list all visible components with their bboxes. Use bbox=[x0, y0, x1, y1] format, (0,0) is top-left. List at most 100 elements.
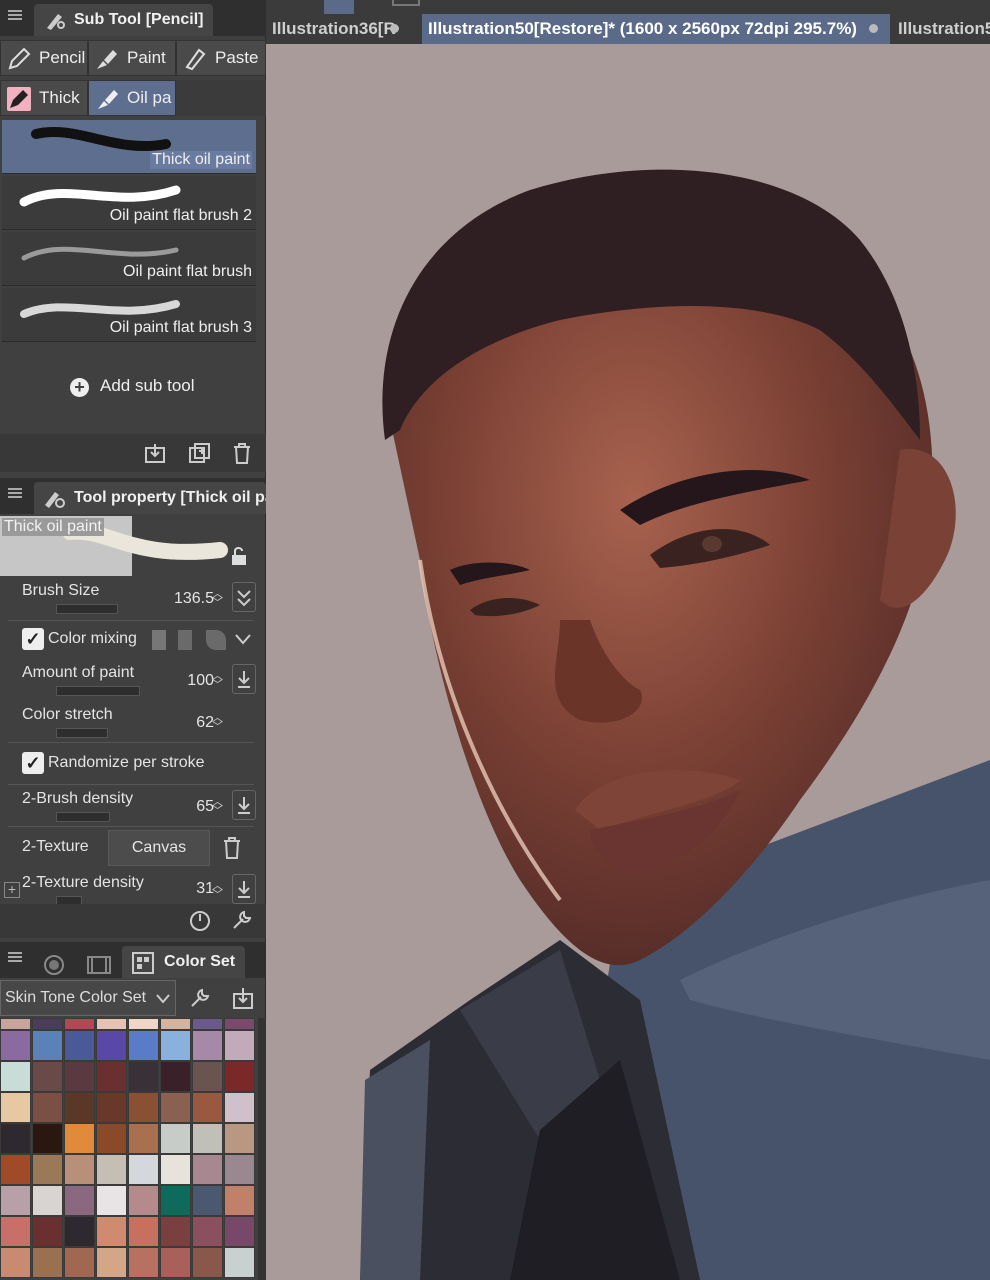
color-swatch[interactable] bbox=[192, 1247, 223, 1278]
pressure-download-icon[interactable] bbox=[232, 874, 256, 904]
brush-size-slider[interactable] bbox=[56, 604, 118, 614]
color-swatch[interactable] bbox=[32, 1092, 63, 1123]
document-tab-active[interactable]: Illustration50[Restore]* (1600 x 2560px … bbox=[422, 14, 890, 44]
color-swatch[interactable] bbox=[128, 1030, 159, 1061]
color-swatch[interactable] bbox=[192, 1092, 223, 1123]
wrench-icon[interactable] bbox=[230, 908, 254, 932]
brush-size-value[interactable]: 136.5 bbox=[174, 590, 214, 608]
color-swatch[interactable] bbox=[192, 1154, 223, 1185]
pressure-settings-icon[interactable] bbox=[232, 582, 256, 612]
add-subtool-button[interactable]: + Add sub tool bbox=[70, 376, 195, 397]
color-swatch[interactable] bbox=[32, 1030, 63, 1061]
color-swatch[interactable] bbox=[64, 1061, 95, 1092]
color-swatch[interactable] bbox=[160, 1092, 191, 1123]
texture-select-button[interactable]: Canvas bbox=[108, 830, 210, 866]
spinner-icon[interactable]: ︿ ﹀ bbox=[212, 797, 223, 817]
color-swatch[interactable] bbox=[64, 1123, 95, 1154]
color-swatch[interactable] bbox=[64, 1030, 95, 1061]
color-swatch[interactable] bbox=[96, 1123, 127, 1154]
amount-value[interactable]: 100 bbox=[187, 672, 214, 690]
scrollbar[interactable] bbox=[258, 1018, 266, 1280]
color-swatch[interactable] bbox=[160, 1123, 191, 1154]
color-swatch[interactable] bbox=[224, 1123, 255, 1154]
color-swatch[interactable] bbox=[0, 1018, 31, 1030]
color-swatch[interactable] bbox=[224, 1061, 255, 1092]
menu-icon[interactable] bbox=[8, 486, 22, 500]
group-paint[interactable]: Paint bbox=[88, 40, 176, 76]
drawing-canvas[interactable] bbox=[266, 44, 990, 1280]
spinner-icon[interactable]: ︿ ﹀ bbox=[212, 881, 223, 901]
color-swatch[interactable] bbox=[96, 1247, 127, 1278]
document-tab[interactable]: Illustration5 bbox=[892, 14, 990, 44]
film-icon[interactable] bbox=[86, 954, 112, 976]
color-swatch[interactable] bbox=[0, 1061, 31, 1092]
duplicate-icon[interactable] bbox=[188, 442, 212, 464]
mix-mode-icon[interactable] bbox=[206, 630, 226, 650]
color-swatch[interactable] bbox=[0, 1247, 31, 1278]
color-swatch[interactable] bbox=[0, 1185, 31, 1216]
color-swatch[interactable] bbox=[96, 1030, 127, 1061]
color-swatch[interactable] bbox=[160, 1185, 191, 1216]
color-swatch[interactable] bbox=[160, 1030, 191, 1061]
color-swatch[interactable] bbox=[224, 1092, 255, 1123]
color-swatch[interactable] bbox=[96, 1216, 127, 1247]
color-swatch[interactable] bbox=[64, 1154, 95, 1185]
color-swatch[interactable] bbox=[96, 1092, 127, 1123]
import-icon[interactable] bbox=[144, 442, 166, 464]
tab-close-dot[interactable] bbox=[868, 24, 878, 33]
color-swatch[interactable] bbox=[128, 1123, 159, 1154]
colorset-dropdown[interactable]: Skin Tone Color Set bbox=[0, 980, 176, 1016]
color-swatch[interactable] bbox=[96, 1185, 127, 1216]
unlock-icon[interactable] bbox=[230, 546, 248, 566]
stretch-slider[interactable] bbox=[56, 728, 108, 738]
import-icon[interactable] bbox=[232, 986, 254, 1010]
color-swatch[interactable] bbox=[192, 1061, 223, 1092]
color-swatch[interactable] bbox=[32, 1154, 63, 1185]
menu-icon[interactable] bbox=[8, 950, 22, 964]
color-swatch[interactable] bbox=[192, 1018, 223, 1030]
color-swatch[interactable] bbox=[96, 1154, 127, 1185]
color-swatch[interactable] bbox=[128, 1247, 159, 1278]
trash-icon[interactable] bbox=[222, 836, 242, 860]
color-swatch[interactable] bbox=[224, 1030, 255, 1061]
color-swatch[interactable] bbox=[128, 1061, 159, 1092]
color-swatch[interactable] bbox=[96, 1018, 127, 1030]
color-swatch[interactable] bbox=[0, 1030, 31, 1061]
color-swatch[interactable] bbox=[128, 1216, 159, 1247]
spinner-icon[interactable]: ︿ ﹀ bbox=[212, 589, 223, 609]
menu-icon[interactable] bbox=[8, 8, 22, 22]
color-swatch[interactable] bbox=[32, 1247, 63, 1278]
brush-item[interactable]: Oil paint flat brush 3 bbox=[2, 288, 256, 342]
color-swatch[interactable] bbox=[32, 1185, 63, 1216]
trash-icon[interactable] bbox=[232, 442, 252, 464]
color-swatch[interactable] bbox=[192, 1216, 223, 1247]
amount-slider[interactable] bbox=[56, 686, 140, 696]
reset-dial-icon[interactable] bbox=[188, 908, 212, 932]
color-swatch[interactable] bbox=[96, 1061, 127, 1092]
mix-mode-icon[interactable] bbox=[178, 630, 192, 650]
color-swatch[interactable] bbox=[64, 1247, 95, 1278]
expand-icon[interactable]: + bbox=[4, 882, 20, 898]
pressure-download-icon[interactable] bbox=[232, 664, 256, 694]
color-swatch[interactable] bbox=[192, 1185, 223, 1216]
group-pencil[interactable]: Pencil bbox=[0, 40, 88, 76]
color-swatch[interactable] bbox=[160, 1154, 191, 1185]
color-swatch[interactable] bbox=[64, 1185, 95, 1216]
color-swatch[interactable] bbox=[32, 1123, 63, 1154]
toolprop-tab[interactable]: Tool property [Thick oil pa bbox=[34, 482, 266, 514]
group-pastel[interactable]: Paste bbox=[176, 40, 266, 76]
color-mixing-checkbox[interactable]: ✓ bbox=[22, 628, 44, 650]
mix-mode-icon[interactable] bbox=[152, 630, 166, 650]
brush-item[interactable]: Oil paint flat brush 2 bbox=[2, 176, 256, 230]
texture-density-slider[interactable] bbox=[56, 896, 82, 904]
color-swatch[interactable] bbox=[160, 1018, 191, 1030]
subtool-tab[interactable]: Sub Tool [Pencil] bbox=[34, 4, 214, 36]
color-swatch[interactable] bbox=[64, 1018, 95, 1030]
color-swatch[interactable] bbox=[0, 1154, 31, 1185]
color-swatch[interactable] bbox=[0, 1092, 31, 1123]
color-swatch[interactable] bbox=[64, 1092, 95, 1123]
color-swatch[interactable] bbox=[0, 1123, 31, 1154]
wrench-icon[interactable] bbox=[188, 986, 212, 1010]
color-swatch[interactable] bbox=[224, 1018, 255, 1030]
brush-item[interactable]: Oil paint flat brush bbox=[2, 232, 256, 286]
